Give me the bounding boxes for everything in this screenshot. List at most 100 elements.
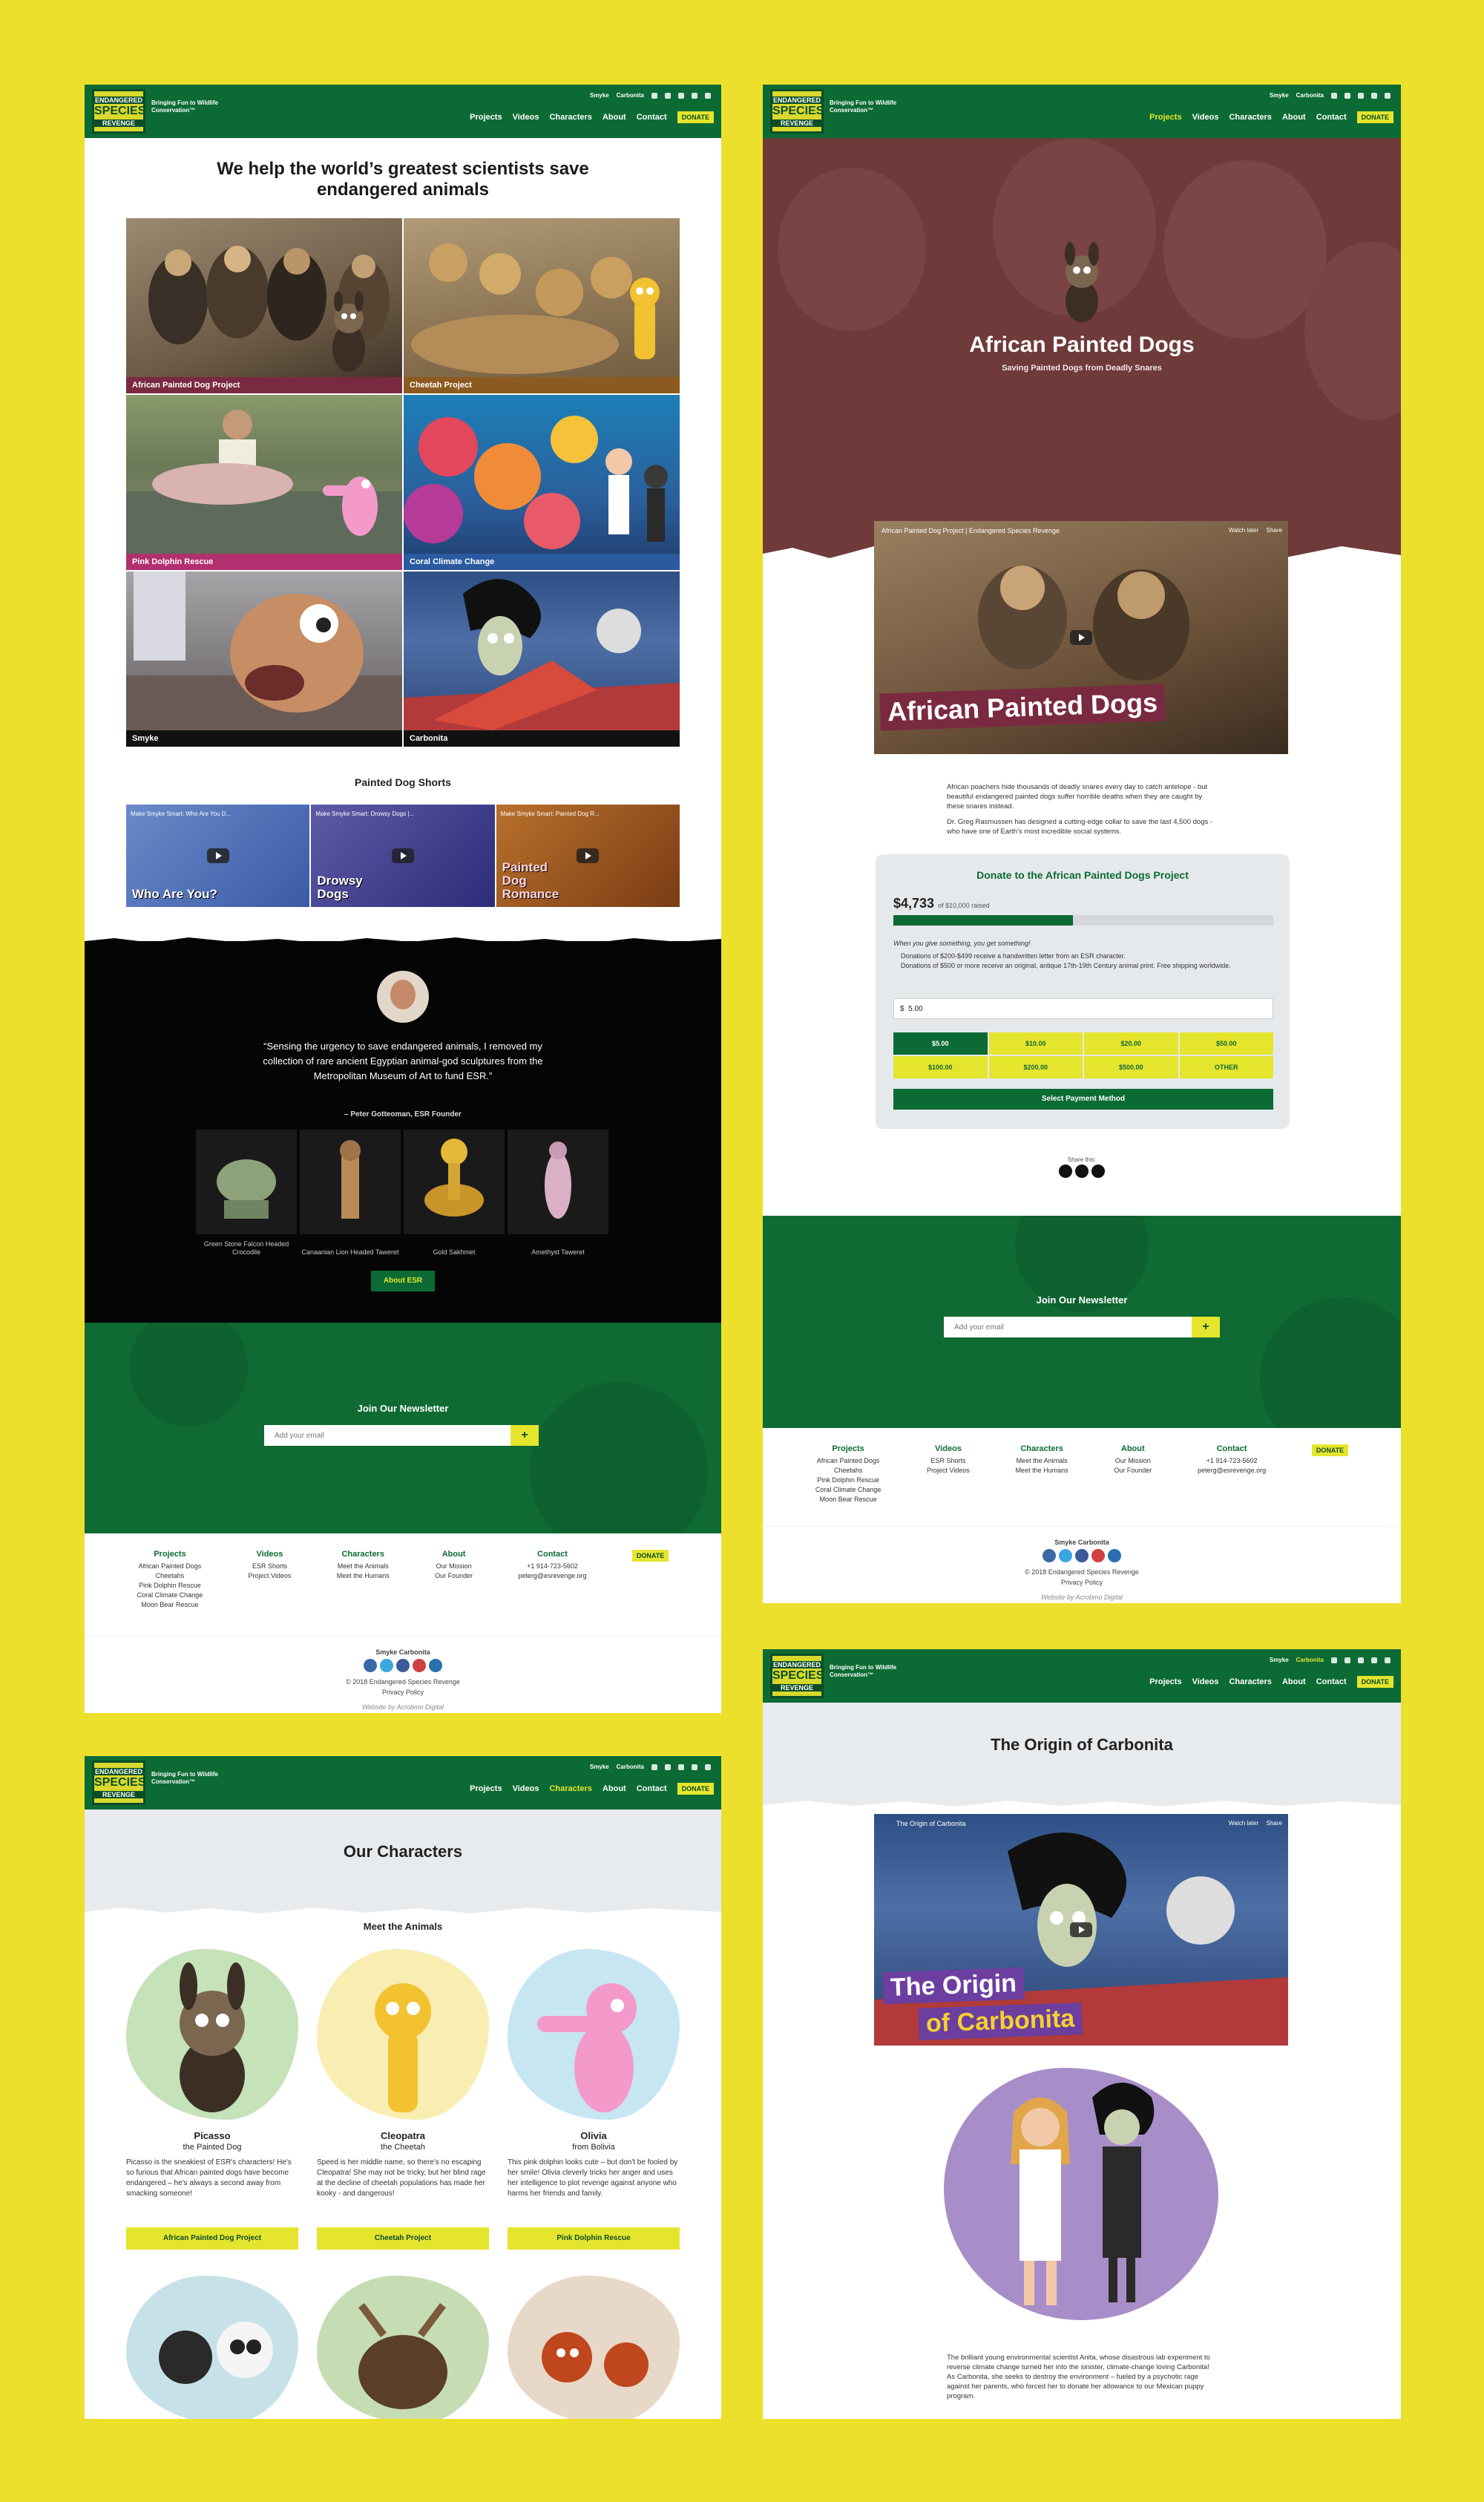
footer-heading[interactable]: Characters: [1016, 1444, 1068, 1454]
nav-characters[interactable]: Characters: [549, 113, 591, 122]
facebook-icon[interactable]: [396, 1659, 410, 1672]
linkedin-icon[interactable]: [1108, 1549, 1121, 1562]
site-logo[interactable]: ENDANGERED SPECIES REVENGE: [92, 89, 145, 134]
top-link-smyke[interactable]: Smyke: [590, 92, 609, 99]
youtube-icon[interactable]: [1371, 92, 1377, 99]
project-tile-coral[interactable]: Coral Climate Change: [404, 395, 680, 570]
youtube-icon[interactable]: [692, 92, 697, 99]
character-project-button[interactable]: Pink Dolphin Rescue: [508, 2227, 680, 2250]
top-link-smyke[interactable]: Smyke: [1270, 1657, 1289, 1663]
play-icon[interactable]: [577, 848, 600, 863]
nav-videos[interactable]: Videos: [513, 113, 539, 122]
donate-button[interactable]: DONATE: [677, 1783, 714, 1795]
footer-heading[interactable]: Videos: [927, 1444, 970, 1454]
linkedin-icon[interactable]: [429, 1659, 442, 1672]
nav-contact[interactable]: Contact: [637, 1784, 667, 1793]
nav-videos[interactable]: Videos: [1192, 113, 1219, 122]
top-link-carbonita[interactable]: Carbonita: [617, 1763, 644, 1770]
email-icon[interactable]: [1091, 1165, 1105, 1178]
project-tile-smyke[interactable]: Smyke: [126, 572, 402, 747]
facebook-icon[interactable]: [1059, 1165, 1072, 1178]
top-link-carbonita[interactable]: Carbonita: [1296, 1657, 1324, 1663]
donate-button[interactable]: DONATE: [677, 111, 714, 123]
footer-character-links[interactable]: Smyke Carbonita: [763, 1537, 1401, 1548]
nav-videos[interactable]: Videos: [1192, 1677, 1219, 1686]
project-tile-cheetah[interactable]: Cheetah Project: [404, 218, 680, 393]
project-tile-carbonita[interactable]: Carbonita: [404, 572, 680, 747]
footer-link[interactable]: Meet the Humans: [1016, 1466, 1068, 1476]
amount-option[interactable]: $100.00: [893, 1056, 988, 1078]
youtube-icon[interactable]: [1371, 1657, 1377, 1663]
instagram-icon[interactable]: [1331, 1657, 1337, 1663]
nav-projects[interactable]: Projects: [470, 113, 502, 122]
project-tile-painted-dog[interactable]: African Painted Dog Project: [126, 218, 402, 393]
nav-about[interactable]: About: [1282, 113, 1306, 122]
project-video[interactable]: African Painted Dog Project | Endangered…: [874, 521, 1288, 754]
linkedin-icon[interactable]: [1385, 1657, 1391, 1663]
nav-characters[interactable]: Characters: [1229, 1677, 1271, 1686]
amount-option[interactable]: $5.00: [893, 1032, 988, 1055]
footer-link[interactable]: Moon Bear Rescue: [815, 1495, 881, 1504]
statue-item[interactable]: Gold Sakhmet: [404, 1130, 505, 1256]
site-logo[interactable]: ENDANGERED SPECIES REVENGE: [770, 1654, 824, 1698]
subscribe-button[interactable]: +: [510, 1425, 539, 1446]
top-link-carbonita[interactable]: Carbonita: [1296, 92, 1324, 99]
play-icon[interactable]: [1070, 630, 1092, 645]
footer-link[interactable]: peterg@esrevenge.org: [518, 1571, 586, 1581]
nav-contact[interactable]: Contact: [1316, 113, 1347, 122]
top-link-carbonita[interactable]: Carbonita: [617, 92, 644, 99]
play-icon[interactable]: [1070, 1922, 1092, 1937]
footer-donate-button[interactable]: DONATE: [631, 1550, 669, 1562]
twitter-icon[interactable]: [665, 1763, 671, 1770]
footer-link[interactable]: Pink Dolphin Rescue: [137, 1581, 203, 1591]
site-credit[interactable]: Website by Acrobmo Digital: [763, 1592, 1401, 1602]
instagram-icon[interactable]: [364, 1659, 377, 1672]
nav-projects[interactable]: Projects: [470, 1784, 502, 1793]
carbonita-video[interactable]: The Origin of Carbonita Watch later Shar…: [874, 1814, 1288, 2046]
donate-button[interactable]: DONATE: [1356, 111, 1393, 123]
nav-about[interactable]: About: [603, 113, 626, 122]
amount-option[interactable]: $50.00: [1179, 1032, 1273, 1055]
amount-input[interactable]: $ 5.00: [893, 998, 1273, 1019]
nav-about[interactable]: About: [603, 1784, 626, 1793]
privacy-link[interactable]: Privacy Policy: [85, 1687, 721, 1697]
nav-characters[interactable]: Characters: [1229, 113, 1271, 122]
footer-heading[interactable]: Contact: [518, 1550, 586, 1559]
footer-link[interactable]: ESR Shorts: [249, 1562, 292, 1571]
instagram-icon[interactable]: [651, 92, 657, 99]
footer-heading[interactable]: About: [1114, 1444, 1152, 1454]
twitter-icon[interactable]: [1345, 1657, 1350, 1663]
amount-option[interactable]: $20.00: [1084, 1032, 1178, 1055]
donate-button[interactable]: DONATE: [1356, 1676, 1393, 1688]
nav-videos[interactable]: Videos: [513, 1784, 539, 1793]
youtube-icon[interactable]: [413, 1659, 426, 1672]
footer-link[interactable]: Coral Climate Change: [815, 1485, 881, 1495]
footer-link[interactable]: Project Videos: [249, 1571, 292, 1581]
amount-option[interactable]: OTHER: [1179, 1056, 1273, 1078]
footer-link[interactable]: Meet the Humans: [337, 1571, 390, 1581]
footer-link[interactable]: Our Founder: [1114, 1466, 1152, 1476]
amount-option[interactable]: $500.00: [1084, 1056, 1178, 1078]
youtube-icon[interactable]: [1091, 1549, 1105, 1562]
project-tile-pink-dolphin[interactable]: Pink Dolphin Rescue: [126, 395, 402, 570]
amount-option[interactable]: $10.00: [988, 1032, 1083, 1055]
site-logo[interactable]: ENDANGERED SPECIES REVENGE: [770, 89, 824, 134]
footer-heading[interactable]: Videos: [249, 1550, 292, 1559]
footer-link[interactable]: Moon Bear Rescue: [137, 1600, 203, 1610]
footer-heading[interactable]: Contact: [1198, 1444, 1266, 1454]
footer-link[interactable]: Meet the Animals: [1016, 1456, 1068, 1466]
instagram-icon[interactable]: [1331, 92, 1337, 99]
facebook-icon[interactable]: [1358, 1657, 1364, 1663]
facebook-icon[interactable]: [678, 1763, 684, 1770]
footer-link[interactable]: Meet the Animals: [337, 1562, 390, 1571]
select-payment-button[interactable]: Select Payment Method: [893, 1089, 1273, 1110]
footer-link[interactable]: Our Mission: [1114, 1456, 1152, 1466]
nav-characters[interactable]: Characters: [549, 1784, 591, 1793]
footer-link[interactable]: ESR Shorts: [927, 1456, 970, 1466]
footer-link[interactable]: Our Founder: [435, 1571, 473, 1581]
footer-link[interactable]: +1 914-723-5602: [1198, 1456, 1266, 1466]
top-link-smyke[interactable]: Smyke: [1270, 92, 1289, 99]
footer-link[interactable]: Our Mission: [435, 1562, 473, 1571]
footer-donate-button[interactable]: DONATE: [1311, 1444, 1349, 1456]
email-input[interactable]: [264, 1431, 510, 1440]
